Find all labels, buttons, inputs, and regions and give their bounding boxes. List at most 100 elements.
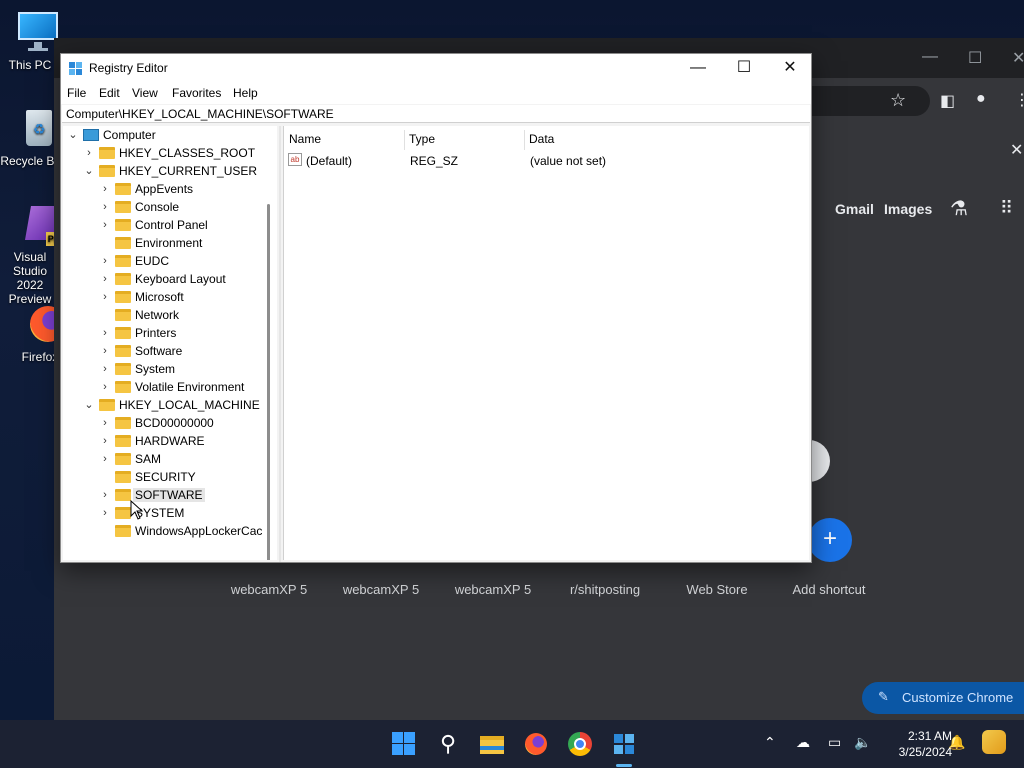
- column-header-type[interactable]: Type: [404, 130, 440, 150]
- desktop-icon-label: This PC: [8, 58, 52, 72]
- chevron-right-icon[interactable]: ›: [99, 360, 111, 378]
- pane-splitter[interactable]: [279, 126, 281, 562]
- minimize-button[interactable]: —: [675, 58, 721, 80]
- tree-node[interactable]: › SYSTEM: [65, 504, 265, 522]
- tree-node-computer[interactable]: ⌄ Computer: [65, 126, 265, 144]
- chevron-right-icon[interactable]: ›: [99, 252, 111, 270]
- chrome-maximize-button[interactable]: ☐: [968, 48, 982, 68]
- tree-node[interactable]: › System: [65, 360, 265, 378]
- chrome-menu-icon[interactable]: ⋮: [1014, 90, 1024, 110]
- chrome-icon[interactable]: [566, 730, 594, 758]
- tree-node[interactable]: › EUDC: [65, 252, 265, 270]
- menu-edit[interactable]: Edit: [99, 86, 120, 100]
- tree-node[interactable]: › AppEvents: [65, 180, 265, 198]
- maximize-button[interactable]: ☐: [721, 58, 767, 80]
- tree-node[interactable]: › Console: [65, 198, 265, 216]
- add-shortcut-label[interactable]: Add shortcut: [775, 582, 883, 597]
- images-link[interactable]: Images: [884, 201, 932, 217]
- close-banner-icon[interactable]: ✕: [1010, 140, 1023, 160]
- plus-icon: +: [822, 525, 837, 552]
- onedrive-icon[interactable]: ☁: [796, 734, 810, 751]
- search-icon[interactable]: ⚲: [434, 730, 462, 758]
- chevron-right-icon[interactable]: ›: [99, 486, 111, 504]
- chevron-right-icon[interactable]: ›: [99, 378, 111, 396]
- apps-grid-icon[interactable]: ⠿: [1000, 198, 1013, 219]
- menu-file[interactable]: File: [67, 86, 86, 100]
- chevron-right-icon[interactable]: ›: [99, 180, 111, 198]
- folder-icon: [115, 363, 131, 375]
- chevron-right-icon[interactable]: ›: [99, 504, 111, 522]
- shortcut-tile[interactable]: webcamXP 5: [327, 582, 435, 597]
- tree-node[interactable]: › HKEY_CLASSES_ROOT: [65, 144, 265, 162]
- shortcut-tile[interactable]: webcamXP 5: [215, 582, 323, 597]
- mouse-cursor-icon: [130, 500, 144, 520]
- tree-node[interactable]: › HARDWARE: [65, 432, 265, 450]
- tree-node[interactable]: › Control Panel: [65, 216, 265, 234]
- shortcut-tile[interactable]: webcamXP 5: [439, 582, 547, 597]
- address-bar[interactable]: Computer\HKEY_LOCAL_MACHINE\SOFTWARE: [62, 105, 810, 123]
- network-icon[interactable]: ▭: [828, 734, 841, 751]
- taskbar: ⚲ ⌃ ☁ ▭ 🔈 🔔: [0, 720, 1024, 768]
- pencil-icon: ✎: [878, 689, 889, 704]
- tree-vertical-scrollbar[interactable]: [267, 204, 270, 560]
- tree-node-selected[interactable]: › SOFTWARE: [65, 486, 265, 504]
- start-icon[interactable]: [390, 730, 418, 758]
- shortcut-tile[interactable]: Web Store: [663, 582, 771, 597]
- chevron-right-icon[interactable]: ›: [99, 270, 111, 288]
- chevron-down-icon[interactable]: ⌄: [67, 126, 79, 144]
- tree-node[interactable]: › Printers: [65, 324, 265, 342]
- ab-string-icon: ab: [288, 153, 302, 166]
- tree-node[interactable]: › Keyboard Layout: [65, 270, 265, 288]
- chevron-right-icon[interactable]: ›: [99, 324, 111, 342]
- tree-node[interactable]: › Software: [65, 342, 265, 360]
- copilot-icon[interactable]: [982, 730, 1006, 754]
- volume-icon[interactable]: 🔈: [854, 734, 871, 751]
- folder-icon: [115, 453, 131, 465]
- column-header-data[interactable]: Data: [524, 130, 559, 150]
- tree-node[interactable]: › SAM: [65, 450, 265, 468]
- chevron-right-icon[interactable]: ›: [99, 216, 111, 234]
- chevron-right-icon[interactable]: ›: [99, 198, 111, 216]
- chevron-right-icon[interactable]: ›: [99, 432, 111, 450]
- labs-flask-icon[interactable]: ⚗: [950, 196, 968, 221]
- profile-icon[interactable]: ●: [976, 90, 986, 108]
- folder-icon: [115, 327, 131, 339]
- tree-node[interactable]: › Volatile Environment: [65, 378, 265, 396]
- gmail-link[interactable]: Gmail: [835, 201, 874, 217]
- chevron-right-icon[interactable]: ›: [99, 288, 111, 306]
- tree-node[interactable]: ⌄ HKEY_CURRENT_USER: [65, 162, 265, 180]
- tree-node[interactable]: › BCD00000000: [65, 414, 265, 432]
- bookmark-star-icon[interactable]: ☆: [890, 90, 906, 111]
- customize-chrome-button[interactable]: ✎ Customize Chrome: [862, 682, 1024, 714]
- add-shortcut-button[interactable]: +: [808, 518, 852, 562]
- chevron-down-icon[interactable]: ⌄: [83, 162, 95, 180]
- chevron-down-icon[interactable]: ⌄: [83, 396, 95, 414]
- tree-node[interactable]: › Microsoft: [65, 288, 265, 306]
- system-clock[interactable]: 2:31 AM 3/25/2024: [872, 728, 952, 760]
- shortcut-tile[interactable]: r/shitposting: [551, 582, 659, 597]
- menu-help[interactable]: Help: [233, 86, 258, 100]
- chrome-close-button[interactable]: ✕: [1012, 48, 1024, 68]
- tree-node[interactable]: Environment: [65, 234, 265, 252]
- menu-view[interactable]: View: [132, 86, 158, 100]
- tree-node[interactable]: SECURITY: [65, 468, 265, 486]
- tree-node[interactable]: WindowsAppLockerCac: [65, 522, 277, 540]
- regedit-icon[interactable]: [610, 730, 638, 767]
- chevron-up-icon[interactable]: ⌃: [764, 734, 776, 751]
- file-explorer-icon[interactable]: [478, 730, 506, 758]
- values-pane: Name Type Data ab (Default) REG_SZ (valu…: [283, 126, 809, 560]
- tree-node[interactable]: ⌄ HKEY_LOCAL_MACHINE: [65, 396, 265, 414]
- clock-time: 2:31 AM: [907, 729, 952, 743]
- side-panel-icon[interactable]: ◧: [940, 91, 955, 111]
- chevron-right-icon[interactable]: ›: [99, 450, 111, 468]
- folder-icon: [99, 147, 115, 159]
- firefox-icon[interactable]: [522, 730, 550, 758]
- column-header-name[interactable]: Name: [284, 130, 326, 150]
- tree-node[interactable]: Network: [65, 306, 265, 324]
- menu-favorites[interactable]: Favorites: [172, 86, 221, 100]
- chevron-right-icon[interactable]: ›: [83, 144, 95, 162]
- chevron-right-icon[interactable]: ›: [99, 342, 111, 360]
- chrome-minimize-button[interactable]: —: [922, 48, 938, 66]
- chevron-right-icon[interactable]: ›: [99, 414, 111, 432]
- close-button[interactable]: ✕: [767, 58, 813, 80]
